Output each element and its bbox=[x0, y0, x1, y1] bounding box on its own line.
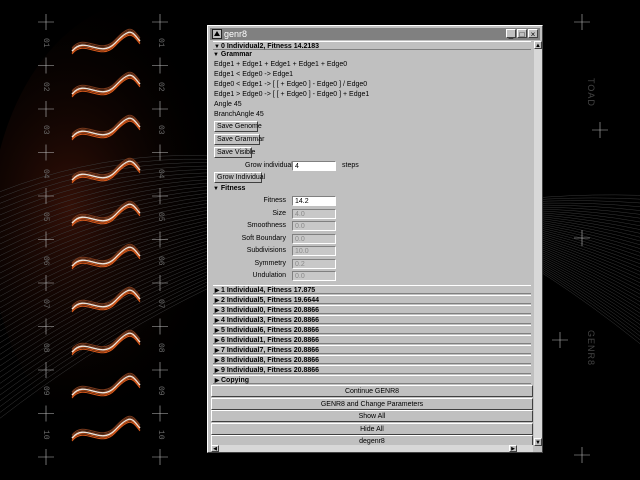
scene-right-label: 05 bbox=[156, 212, 165, 222]
scene-left-label: 10 bbox=[41, 429, 50, 440]
individual-header-collapsed[interactable]: ▶ 2 Individual5, Fitness 19.6644 bbox=[213, 295, 531, 304]
scene-left-label: 05 bbox=[41, 212, 50, 222]
scene-right-label: 06 bbox=[156, 255, 165, 266]
window-title: genr8 bbox=[224, 29, 248, 39]
grammar-line: BranchAngle 45 bbox=[214, 111, 264, 118]
scroll-right-icon[interactable]: ▶ bbox=[509, 445, 517, 452]
save-genome-button[interactable]: Save Genome bbox=[214, 121, 262, 132]
individual-title: 9 Individual9, Fitness 20.8866 bbox=[221, 367, 320, 374]
scene-left-label: 09 bbox=[41, 386, 50, 396]
copying-title: Copying bbox=[221, 377, 249, 384]
individual-title: 4 Individual3, Fitness 20.8866 bbox=[221, 317, 320, 324]
individual-title: 6 Individual1, Fitness 20.8866 bbox=[221, 337, 320, 344]
grow-individual-button[interactable]: Grow Individual bbox=[214, 172, 265, 183]
individual-header-collapsed[interactable]: ▶ 8 Individual8, Fitness 20.8866 bbox=[213, 355, 531, 364]
app-icon bbox=[212, 29, 222, 39]
steps-label: steps bbox=[342, 162, 359, 169]
collapse-arrow-icon: ▼ bbox=[213, 52, 219, 58]
individual-0-title: 0 Individual2, Fitness 14.2183 bbox=[221, 43, 320, 50]
individual-header-collapsed[interactable]: ▶ 7 Individual7, Fitness 20.8866 bbox=[213, 345, 531, 354]
grammar-line: Edge1 + Edge1 + Edge1 + Edge1 + Edge0 bbox=[214, 61, 348, 68]
fitness-row-field[interactable]: 0.2 bbox=[292, 258, 336, 269]
grammar-line: Edge1 < Edge0 -> Edge1 bbox=[214, 71, 294, 78]
individual-title: 2 Individual5, Fitness 19.6644 bbox=[221, 297, 320, 304]
individual-header-collapsed[interactable]: ▶ 6 Individual1, Fitness 20.8866 bbox=[213, 335, 531, 344]
grammar-header[interactable]: ▼ Grammar bbox=[213, 50, 252, 59]
scene-left-label: 04 bbox=[41, 168, 50, 179]
scene-right-label: 10 bbox=[156, 429, 165, 440]
fitness-row-label: Symmetry bbox=[254, 259, 287, 267]
grow-steps-field[interactable]: 4 bbox=[292, 161, 336, 171]
individual-title: 1 Individual4, Fitness 17.875 bbox=[221, 287, 316, 294]
fitness-title: Fitness bbox=[220, 185, 246, 192]
grammar-line: Edge0 < Edge1 -> [ [ + Edge0 ] - Edge0 ]… bbox=[214, 81, 368, 88]
content-area: ▼0 Individual2, Fitness 14.2183 ▼ Gramma… bbox=[211, 41, 533, 446]
scene-right-label: 04 bbox=[156, 168, 165, 179]
action-button-genr8-and-change-parameters[interactable]: GENR8 and Change Parameters bbox=[211, 397, 533, 410]
close-button[interactable]: × bbox=[528, 29, 538, 39]
scroll-up-icon[interactable]: ▲ bbox=[534, 41, 542, 49]
scene-left-label: 07 bbox=[41, 299, 50, 309]
scene-right-label: 07 bbox=[156, 299, 165, 309]
scene-left-label: 06 bbox=[41, 255, 50, 266]
scene-right-label: 01 bbox=[156, 38, 165, 48]
scene-right-label: 09 bbox=[156, 386, 165, 396]
individual-title: 7 Individual7, Fitness 20.8866 bbox=[221, 347, 320, 354]
individual-title: 8 Individual8, Fitness 20.8866 bbox=[221, 357, 320, 364]
horizontal-scrollbar[interactable]: ◀ ▶ bbox=[211, 445, 533, 452]
scroll-left-icon[interactable]: ◀ bbox=[211, 445, 219, 452]
save-visible-button[interactable]: Save Visible bbox=[214, 147, 255, 158]
action-button-continue-genr8[interactable]: Continue GENR8 bbox=[211, 385, 533, 397]
fitness-row-field[interactable]: 0.0 bbox=[292, 221, 336, 231]
maximize-button[interactable]: □ bbox=[517, 29, 527, 39]
fitness-row-field[interactable]: 0.0 bbox=[292, 233, 336, 244]
individual-header-collapsed[interactable]: ▶ 9 Individual9, Fitness 20.8866 bbox=[213, 365, 531, 374]
individual-header-collapsed[interactable]: ▶ 1 Individual4, Fitness 17.875 bbox=[213, 285, 531, 294]
save-grammar-button[interactable]: Save Grammar bbox=[214, 134, 264, 145]
fitness-row-field[interactable]: 14.2 bbox=[292, 196, 336, 206]
fitness-row-field[interactable]: 10.0 bbox=[292, 246, 336, 256]
grammar-line: Edge1 > Edge0 -> [ [ + Edge0 ] - Edge0 ]… bbox=[214, 91, 370, 98]
collapse-arrow-icon: ▼ bbox=[213, 186, 219, 192]
fitness-row-field[interactable]: 0.0 bbox=[292, 271, 336, 281]
scene-left-label: 08 bbox=[41, 342, 50, 353]
action-button-hide-all[interactable]: Hide All bbox=[211, 422, 533, 435]
scene-right-label: 02 bbox=[156, 81, 165, 92]
scene-right-label: 03 bbox=[156, 125, 165, 135]
title-bar[interactable]: genr8 _ □ × bbox=[210, 28, 540, 40]
individual-title: 5 Individual6, Fitness 20.8866 bbox=[221, 327, 320, 334]
grow-individual-label: Grow individual bbox=[245, 162, 293, 169]
minimize-button[interactable]: _ bbox=[506, 29, 516, 39]
individual-0-header[interactable]: ▼0 Individual2, Fitness 14.2183 bbox=[213, 41, 531, 50]
scene-left-label: 01 bbox=[41, 38, 50, 48]
individual-header-collapsed[interactable]: ▶ 4 Individual3, Fitness 20.8866 bbox=[213, 315, 531, 324]
individual-header-collapsed[interactable]: ▶ 5 Individual6, Fitness 20.8866 bbox=[213, 325, 531, 334]
scene-left-label: 02 bbox=[41, 81, 50, 92]
fitness-row-label: Smoothness bbox=[247, 222, 286, 229]
fitness-row-label: Undulation bbox=[252, 272, 286, 279]
individual-title: 3 Individual0, Fitness 20.8866 bbox=[221, 307, 320, 314]
copying-header[interactable]: ▶ Copying bbox=[213, 375, 531, 384]
genr8-window: genr8 _ □ × ▼0 Individual2, Fitness 14.2… bbox=[207, 25, 543, 453]
individual-header-collapsed[interactable]: ▶ 3 Individual0, Fitness 20.8866 bbox=[213, 305, 531, 314]
scene-right-text-1: TOAD bbox=[586, 78, 596, 107]
fitness-header[interactable]: ▼ Fitness bbox=[213, 184, 245, 193]
action-button-show-all[interactable]: Show All bbox=[211, 410, 533, 422]
grammar-title: Grammar bbox=[220, 51, 253, 58]
vertical-scrollbar[interactable]: ▲ ▼ bbox=[534, 41, 542, 446]
scroll-down-icon[interactable]: ▼ bbox=[534, 438, 542, 446]
scene-right-text-0: GENR8 bbox=[586, 330, 596, 367]
fitness-row-label: Size bbox=[272, 209, 286, 217]
fitness-row-label: Soft Boundary bbox=[241, 234, 286, 242]
scene-right-label: 08 bbox=[156, 342, 165, 353]
fitness-row-label: Subdivisions bbox=[246, 247, 286, 254]
fitness-row-field[interactable]: 4.0 bbox=[292, 208, 336, 219]
grammar-line: Angle 45 bbox=[214, 101, 242, 108]
scene-left-label: 03 bbox=[41, 125, 50, 135]
fitness-row-label: Fitness bbox=[263, 197, 286, 204]
